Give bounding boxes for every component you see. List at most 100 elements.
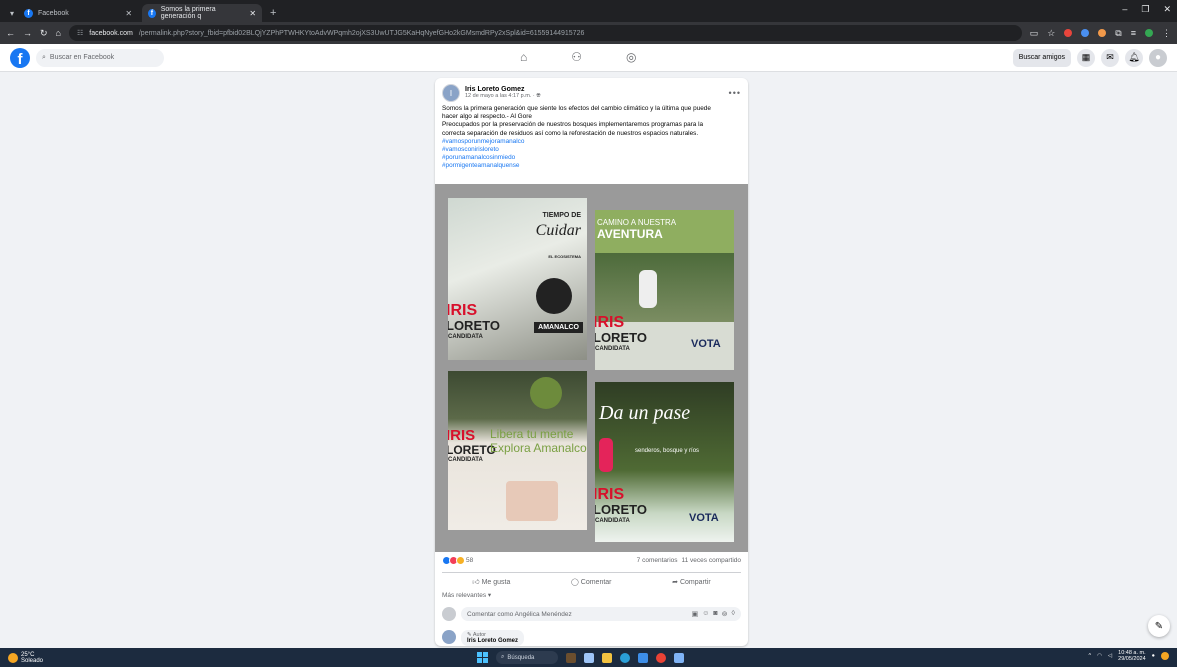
clock[interactable]: 10:48 a. m. 29/05/2024: [1118, 650, 1146, 662]
windows-start-icon[interactable]: [477, 652, 488, 663]
post-image[interactable]: TIEMPO DE Cuidar EL ECOSISTEMA IRIS LORE…: [435, 184, 748, 552]
menu-grid-icon[interactable]: ▦: [1077, 48, 1095, 67]
new-message-icon[interactable]: ✎: [1148, 615, 1170, 637]
post-options-icon[interactable]: •••: [729, 88, 741, 98]
restore-icon[interactable]: ❐: [1141, 4, 1149, 15]
extension-icon[interactable]: [1098, 29, 1107, 37]
chevron-up-icon[interactable]: ^: [1089, 653, 1092, 659]
facebook-search-input[interactable]: ⌕ Buscar en Facebook: [36, 48, 164, 67]
extension-icon[interactable]: [1081, 29, 1090, 37]
edge-icon[interactable]: [620, 652, 630, 663]
groups-nav-icon[interactable]: ◎: [626, 50, 636, 64]
person-figure: [599, 438, 613, 472]
comment-button[interactable]: ◯ Comentar: [571, 578, 612, 586]
facebook-favicon-icon: f: [148, 8, 156, 18]
hashtag-link[interactable]: #vamosconirisloreto: [442, 146, 741, 154]
bookmark-star-icon[interactable]: ☆: [1047, 28, 1055, 39]
share-button[interactable]: ➦ Compartir: [672, 578, 711, 586]
account-avatar[interactable]: ●: [1149, 48, 1167, 67]
comment-author-avatar[interactable]: [442, 630, 456, 644]
comment-placeholder: Comentar como Angélica Menéndez: [467, 610, 572, 618]
reload-icon[interactable]: ↻: [40, 28, 48, 39]
close-window-icon[interactable]: ✕: [1163, 4, 1171, 15]
tab-facebook[interactable]: f Facebook ✕: [18, 4, 138, 22]
close-tab-icon[interactable]: ✕: [249, 9, 256, 18]
browser-tab-strip: ▾ f Facebook ✕ f Somos la primera genera…: [0, 0, 1177, 22]
reaction-icons[interactable]: [442, 556, 465, 565]
tile-text: CANDIDATA: [448, 334, 483, 340]
sticker-icon[interactable]: ▣: [692, 610, 699, 618]
extension-icon[interactable]: [1064, 29, 1073, 37]
gif-icon[interactable]: ⊚: [722, 610, 728, 618]
task-view-icon[interactable]: [584, 652, 594, 663]
messenger-icon[interactable]: ✉: [1101, 48, 1119, 67]
hashtag-link[interactable]: #vamosporunmejoramanalco: [442, 138, 741, 146]
volume-icon[interactable]: ◁: [1108, 653, 1112, 659]
notification-bell-icon[interactable]: ●: [1152, 653, 1155, 659]
share-arrow-icon: ➦: [672, 578, 678, 586]
new-tab-button[interactable]: +: [266, 4, 280, 22]
comment-input[interactable]: Comentar como Angélica Menéndez ▣ ☺ ◙ ⊚ …: [461, 607, 741, 621]
comment-author-name[interactable]: Iris Loreto Gomez: [467, 638, 518, 644]
friends-nav-icon[interactable]: ⚇: [571, 50, 582, 64]
tab-post[interactable]: f Somos la primera generación q ✕: [142, 4, 263, 22]
address-bar[interactable]: ☷ facebook.com/permalink.php?story_fbid=…: [68, 25, 1022, 41]
post-text-line: hacer algo al respecto.- Al Gore: [442, 113, 532, 121]
share-label: Compartir: [679, 578, 711, 586]
home-icon[interactable]: ⌂: [56, 28, 61, 38]
camera-icon[interactable]: ◙: [713, 610, 717, 618]
emoji-icon[interactable]: ☺: [702, 610, 709, 618]
profile-avatar[interactable]: [1145, 29, 1153, 37]
forward-icon[interactable]: →: [23, 28, 32, 38]
windows-taskbar: 25°C Soleado ⌕ Búsqueda ^ ◠ ◁ 10:48 a. m.…: [0, 648, 1177, 667]
minimize-icon[interactable]: –: [1122, 4, 1127, 15]
tile-text: AVENTURA: [597, 227, 663, 241]
thumbs-up-icon: 👍︎: [472, 579, 480, 586]
post-actions: 👍︎ Me gusta ◯ Comentar ➦ Compartir: [442, 572, 741, 590]
notifications-bell-icon[interactable]: 🔔︎: [1125, 48, 1143, 67]
comments-count[interactable]: 7 comentarios: [637, 557, 678, 564]
like-button[interactable]: 👍︎ Me gusta: [472, 577, 510, 586]
chrome-menu-icon[interactable]: ⋮: [1162, 28, 1171, 39]
tab-search-icon[interactable]: ▾: [6, 4, 18, 22]
app-icon[interactable]: [674, 652, 684, 663]
tile-text: LORETO: [595, 502, 647, 517]
tile-text: Cuidar: [535, 222, 581, 239]
reading-list-icon[interactable]: ≡: [1131, 28, 1136, 38]
image-tile-aventura: CAMINO A NUESTRA AVENTURA IRIS LORETO CA…: [595, 210, 734, 370]
cast-icon[interactable]: ▭: [1030, 28, 1039, 39]
site-info-icon[interactable]: ☷: [77, 29, 83, 37]
post-body: Somos la primera generación que siente l…: [435, 105, 748, 171]
find-friends-button[interactable]: Buscar amigos: [1012, 48, 1071, 67]
care-reaction-icon: [456, 556, 465, 565]
extensions-puzzle-icon[interactable]: ⧉: [1115, 28, 1121, 39]
taskbar-search[interactable]: ⌕ Búsqueda: [496, 651, 558, 664]
home-nav-icon[interactable]: ⌂: [520, 50, 527, 64]
weather-widget[interactable]: 25°C Soleado: [0, 652, 43, 664]
globe-graphic: [536, 278, 572, 314]
back-icon[interactable]: ←: [6, 28, 15, 38]
system-tray: ^ ◠ ◁ 10:48 a. m. 29/05/2024 ●: [1089, 650, 1169, 662]
tile-text: EL ECOSISTEMA: [548, 254, 581, 259]
shares-count[interactable]: 11 veces compartido: [682, 557, 742, 564]
author-avatar[interactable]: I: [442, 84, 460, 102]
taskbar-apps: ⌕ Búsqueda: [477, 651, 684, 664]
close-tab-icon[interactable]: ✕: [125, 9, 132, 18]
post-date[interactable]: 12 de mayo a las 4:17 p.m. ·: [465, 93, 536, 99]
widget-icon[interactable]: [566, 652, 576, 663]
reaction-count[interactable]: 58: [466, 557, 473, 564]
chrome-icon[interactable]: [656, 652, 666, 663]
store-icon[interactable]: [638, 652, 648, 663]
post-card: I Iris Loreto Gomez 12 de mayo a las 4:1…: [435, 78, 748, 646]
tile-text: VOTA: [691, 338, 721, 350]
wifi-icon[interactable]: ◠: [1097, 653, 1102, 659]
avatar-sticker-icon[interactable]: ◊: [732, 610, 735, 618]
post-author-name[interactable]: Iris Loreto Gomez: [465, 86, 541, 93]
facebook-logo-icon[interactable]: f: [10, 47, 30, 68]
copilot-icon[interactable]: [1161, 652, 1169, 660]
hashtag-link[interactable]: #porunamanalcosinmiedo: [442, 154, 741, 162]
file-explorer-icon[interactable]: [602, 652, 612, 663]
hashtag-link[interactable]: #pormigenteamanalquense: [442, 162, 741, 170]
comment-sort-dropdown[interactable]: Más relevantes ▾: [442, 591, 491, 599]
tile-text: Libera tu mente: [490, 427, 574, 441]
